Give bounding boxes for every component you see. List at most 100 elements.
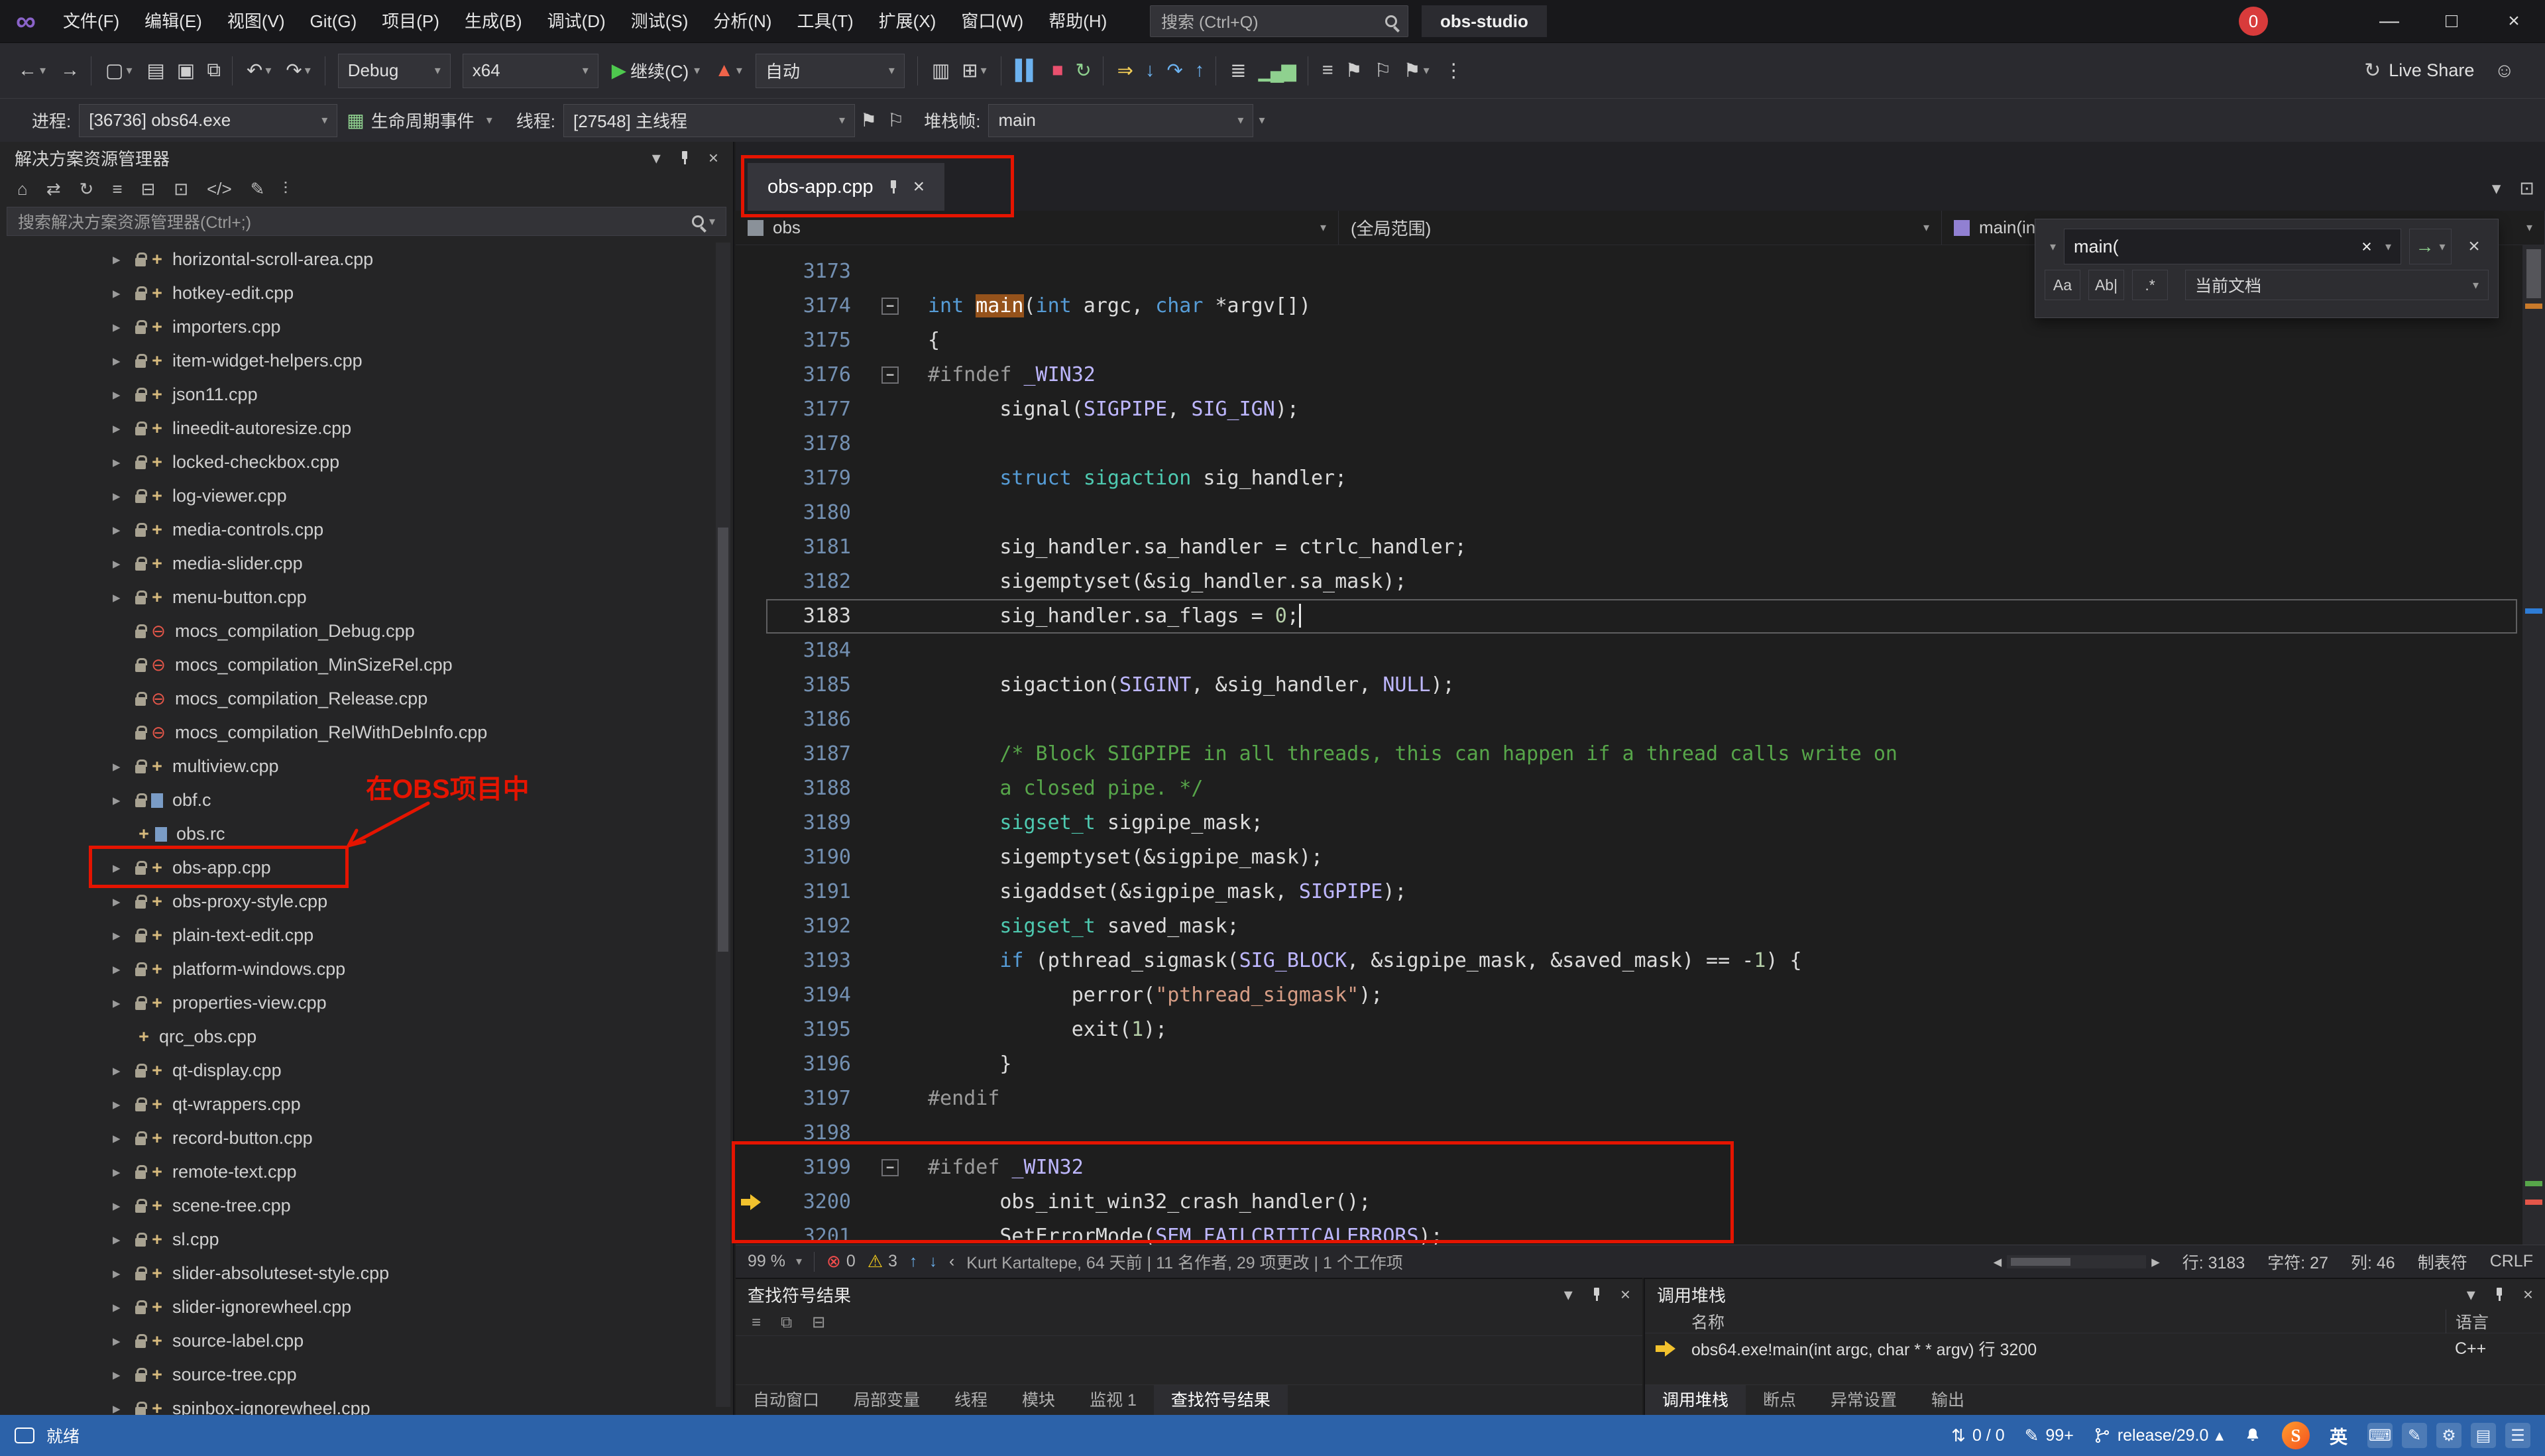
tree-item-log-viewer.cpp[interactable]: ▸+log-viewer.cpp	[0, 479, 713, 513]
collapse-all-icon[interactable]: ⊟	[133, 179, 163, 199]
new-file-icon[interactable]: ▢▾	[98, 51, 139, 91]
tree-item-multiview.cpp[interactable]: ▸+multiview.cpp	[0, 750, 713, 783]
prev-issue-icon[interactable]: ↑	[909, 1253, 917, 1271]
maximize-button[interactable]: □	[2420, 0, 2483, 42]
continue-button[interactable]: ▶继续(C)▾	[604, 51, 707, 91]
chevron-expand-icon[interactable]: ▸	[113, 487, 135, 505]
tree-item-qt-display.cpp[interactable]: ▸+qt-display.cpp	[0, 1054, 713, 1088]
glyph-margin[interactable]	[736, 1150, 769, 1185]
tree-item-item-widget-helpers.cpp[interactable]: ▸+item-widget-helpers.cpp	[0, 344, 713, 378]
chevron-down-icon[interactable]: ▾	[1564, 1284, 1573, 1305]
chevron-expand-icon[interactable]: ▸	[113, 893, 135, 911]
panel-tab-异常设置[interactable]: 异常设置	[1813, 1385, 1914, 1415]
chevron-expand-icon[interactable]: ▸	[113, 791, 135, 809]
chevron-expand-icon[interactable]: ▸	[113, 588, 135, 606]
fold-margin[interactable]	[851, 496, 909, 530]
chevron-expand-icon[interactable]: ▸	[113, 859, 135, 877]
collapse-results-icon[interactable]: ⊟	[804, 1313, 833, 1332]
glyph-margin[interactable]	[736, 530, 769, 565]
properties-icon[interactable]: ✎	[243, 179, 273, 199]
panel-tab-调用堆栈[interactable]: 调用堆栈	[1645, 1385, 1746, 1415]
editor-scrollbar[interactable]	[2522, 245, 2545, 1245]
bookmark-next-icon[interactable]: ⚑▾	[1396, 51, 1437, 91]
glyph-margin[interactable]	[736, 1219, 769, 1245]
chevron-expand-icon[interactable]: ▸	[113, 1129, 135, 1147]
show-all-files-icon[interactable]: ⊡	[166, 179, 196, 199]
chevron-expand-icon[interactable]: ▸	[113, 1197, 135, 1215]
glyph-margin[interactable]	[736, 1013, 769, 1047]
horizontal-scrollbar[interactable]: ◂ ▸	[1994, 1252, 2160, 1272]
thread-dropdown[interactable]: [27548] 主线程 ▾	[563, 104, 855, 137]
fold-margin[interactable]	[851, 1219, 909, 1245]
hot-reload-mode-dropdown[interactable]: 自动▾	[756, 54, 905, 88]
code-line[interactable]: 3181 sig_handler.sa_handler = ctrlc_hand…	[736, 530, 2522, 565]
chevron-down-icon[interactable]: ▾	[652, 148, 661, 168]
chevron-expand-icon[interactable]: ▸	[113, 1332, 135, 1350]
code-line[interactable]: 3183 sig_handler.sa_flags = 0;	[736, 599, 2522, 634]
tree-item-sl.cpp[interactable]: ▸+sl.cpp	[0, 1223, 713, 1257]
collapse-region-icon[interactable]: −	[881, 1159, 899, 1176]
quick-search-box[interactable]: 搜索 (Ctrl+Q)	[1150, 5, 1408, 37]
fold-margin[interactable]	[851, 599, 909, 634]
pin-icon[interactable]	[678, 150, 691, 165]
tree-item-media-controls.cpp[interactable]: ▸+media-controls.cpp	[0, 513, 713, 547]
fold-margin[interactable]	[851, 1082, 909, 1116]
sync-active-document-icon[interactable]: ⫶	[275, 178, 296, 199]
bookmark-outline-icon[interactable]: ⚐	[1367, 51, 1396, 91]
chevron-expand-icon[interactable]: ▸	[113, 521, 135, 539]
window-options-icon[interactable]: ⊡	[2519, 178, 2534, 199]
chevron-expand-icon[interactable]: ▸	[113, 1163, 135, 1181]
solution-config-dropdown[interactable]: Debug▾	[338, 54, 451, 88]
code-line[interactable]: 3194 perror("pthread_sigmask");	[736, 978, 2522, 1013]
code-line[interactable]: 3189 sigset_t sigpipe_mask;	[736, 806, 2522, 840]
fold-margin[interactable]	[851, 530, 909, 565]
menu-item[interactable]: 编辑(E)	[132, 0, 215, 42]
step-into-icon[interactable]: ↓	[1138, 51, 1160, 91]
glyph-margin[interactable]	[736, 978, 769, 1013]
stop-debug-icon[interactable]: ■	[1045, 51, 1068, 91]
scrollbar-thumb[interactable]	[2526, 249, 2541, 298]
fold-margin[interactable]	[851, 668, 909, 702]
codelens-collapse-icon[interactable]: ‹	[949, 1252, 954, 1271]
ime-toolbox-icon[interactable]: ▤	[2471, 1423, 2496, 1448]
fold-margin[interactable]: −	[851, 358, 909, 392]
tree-item-obf.c[interactable]: ▸obf.c	[0, 783, 713, 817]
chevron-expand-icon[interactable]: ▸	[113, 420, 135, 437]
menu-item[interactable]: 帮助(H)	[1036, 0, 1119, 42]
glyph-margin[interactable]	[736, 806, 769, 840]
lifecycle-events-button[interactable]: ▦ 生命周期事件 ▾	[347, 108, 492, 133]
chevron-expand-icon[interactable]: ▸	[113, 1400, 135, 1415]
menu-item[interactable]: Git(G)	[298, 0, 370, 42]
collapse-region-icon[interactable]: −	[881, 366, 899, 384]
glyph-margin[interactable]	[736, 565, 769, 599]
ime-settings-icon[interactable]: ⚙	[2436, 1423, 2461, 1448]
zoom-dropdown[interactable]: 99 % ▾	[748, 1252, 802, 1271]
scrollbar-thumb[interactable]	[718, 528, 728, 952]
tree-item-platform-windows.cpp[interactable]: ▸+platform-windows.cpp	[0, 952, 713, 986]
code-line[interactable]: 3195 exit(1);	[736, 1013, 2522, 1047]
code-line[interactable]: 3191 sigaddset(&sigpipe_mask, SIGPIPE);	[736, 875, 2522, 909]
chevron-expand-icon[interactable]: ▸	[113, 1062, 135, 1080]
save-icon[interactable]: ▣	[170, 51, 199, 91]
code-line[interactable]: 3186	[736, 702, 2522, 737]
pin-icon[interactable]	[2493, 1287, 2506, 1302]
glyph-margin[interactable]	[736, 323, 769, 358]
find-next-button[interactable]: →▾	[2409, 229, 2452, 264]
chevron-expand-icon[interactable]: ▸	[113, 1231, 135, 1249]
tree-item-source-label.cpp[interactable]: ▸+source-label.cpp	[0, 1324, 713, 1358]
pin-icon[interactable]	[1590, 1287, 1603, 1302]
code-line[interactable]: 3180	[736, 496, 2522, 530]
tree-scrollbar[interactable]	[716, 243, 730, 1407]
glyph-margin[interactable]	[736, 668, 769, 702]
chevron-expand-icon[interactable]: ▸	[113, 926, 135, 944]
background-tasks-icon[interactable]	[15, 1428, 34, 1443]
chevron-expand-icon[interactable]: ▸	[113, 1298, 135, 1316]
home-icon[interactable]: ⌂	[9, 179, 36, 199]
immediate-window-icon[interactable]: ≣	[1223, 51, 1251, 91]
tree-item-lineedit-autoresize.cpp[interactable]: ▸+lineedit-autoresize.cpp	[0, 412, 713, 445]
glyph-margin[interactable]	[736, 840, 769, 875]
fold-margin[interactable]	[851, 909, 909, 944]
scroll-right-icon[interactable]: ▸	[2151, 1252, 2160, 1272]
tree-item-qrc_obs.cpp[interactable]: +qrc_obs.cpp	[0, 1020, 713, 1054]
whole-word-toggle[interactable]: Ab|	[2088, 270, 2124, 300]
